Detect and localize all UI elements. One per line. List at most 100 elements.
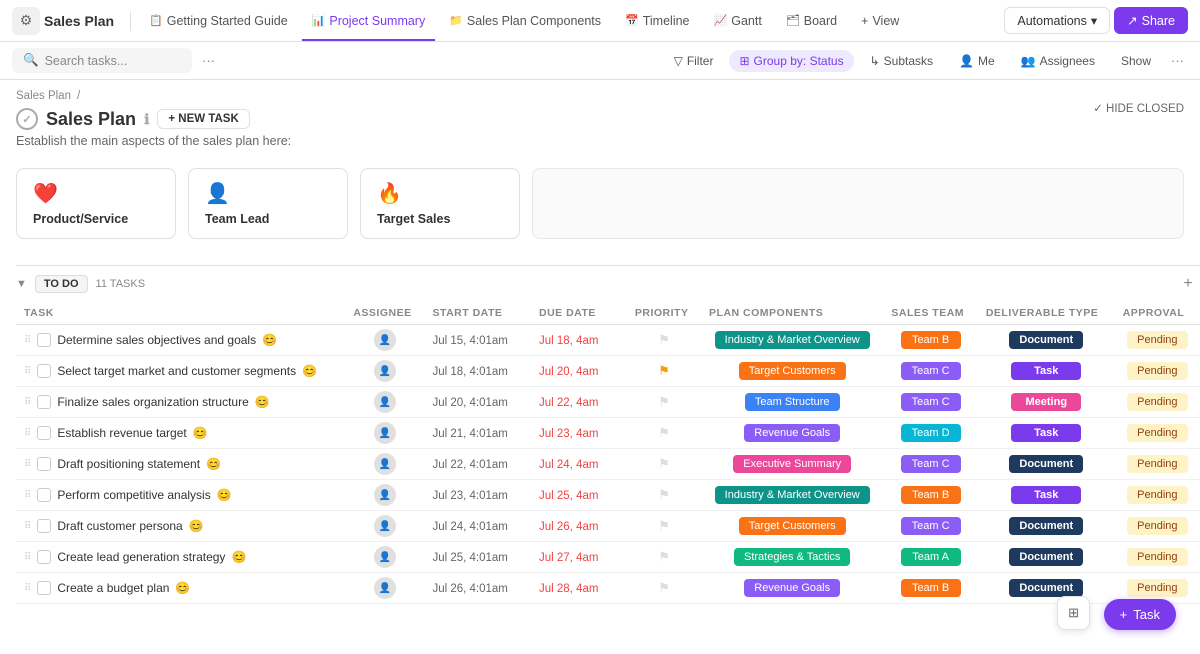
task-emoji: 😊 [255, 395, 270, 409]
task-checkbox[interactable] [37, 333, 51, 347]
new-task-button[interactable]: + NEW TASK [157, 109, 249, 129]
subtasks-button[interactable]: ↳ Subtasks [860, 50, 943, 72]
table-row[interactable]: ⠿ Perform competitive analysis 😊 👤 Jul 2… [16, 480, 1200, 511]
sales-team-chip: Team B [901, 486, 961, 504]
table-row[interactable]: ⠿ Establish revenue target 😊 👤 Jul 21, 4… [16, 418, 1200, 449]
approval-status-chip: Pending [1127, 393, 1187, 411]
group-by-label: Group by: Status [754, 54, 844, 68]
share-icon: ↗ [1127, 13, 1137, 28]
table-row[interactable]: ⠿ Create a budget plan 😊 👤 Jul 26, 4:01a… [16, 573, 1200, 604]
share-button[interactable]: ↗ Share [1114, 7, 1188, 34]
approval-status-chip: Pending [1127, 424, 1187, 442]
priority-flag-icon: ⚑ [658, 487, 670, 502]
section-toggle-icon[interactable]: ▼ [16, 278, 27, 290]
table-row[interactable]: ⠿ Determine sales objectives and goals 😊… [16, 325, 1200, 356]
table-row[interactable]: ⠿ Create lead generation strategy 😊 👤 Ju… [16, 542, 1200, 573]
col-header-approval: APPROVAL [1115, 302, 1200, 325]
tasks-count: 11 TASKS [96, 278, 146, 290]
approval-status-chip: Pending [1127, 331, 1187, 349]
tab-gantt[interactable]: 📈 Gantt [704, 10, 772, 32]
task-name-text: Draft positioning statement [57, 457, 200, 471]
group-by-button[interactable]: ⊞ Group by: Status [729, 50, 853, 72]
task-emoji: 😊 [206, 457, 221, 471]
tab-label-timeline: Timeline [643, 14, 690, 28]
task-checkbox[interactable] [37, 457, 51, 471]
assignees-button[interactable]: 👥 Assignees [1011, 50, 1105, 72]
automations-button[interactable]: Automations ▾ [1004, 7, 1110, 34]
start-date: Jul 20, 4:01am [432, 397, 507, 409]
drag-handle-icon: ⠿ [24, 459, 31, 470]
plan-component-chip: Strategies & Tactics [734, 548, 850, 566]
toolbar: 🔍 Search tasks... ··· ▽ Filter ⊞ Group b… [0, 42, 1200, 80]
filter-button[interactable]: ▽ Filter [664, 50, 724, 72]
search-box[interactable]: 🔍 Search tasks... [12, 48, 192, 73]
priority-flag-icon: ⚑ [658, 580, 670, 595]
task-checkbox[interactable] [37, 519, 51, 533]
start-date: Jul 23, 4:01am [432, 490, 507, 502]
sales-team-chip: Team D [901, 424, 961, 442]
task-name-text: Perform competitive analysis [57, 488, 210, 502]
task-emoji: 😊 [231, 550, 246, 564]
table-row[interactable]: ⠿ Finalize sales organization structure … [16, 387, 1200, 418]
more-options-icon[interactable]: ··· [198, 49, 219, 72]
me-button[interactable]: 👤 Me [949, 50, 1005, 72]
priority-flag-icon: ⚑ [658, 549, 670, 564]
tab-icon-gantt: 📈 [714, 14, 728, 27]
task-checkbox[interactable] [37, 364, 51, 378]
drag-handle-icon: ⠿ [24, 428, 31, 439]
info-icon[interactable]: ℹ [144, 111, 149, 128]
grid-view-float-button[interactable]: ⊞ [1057, 596, 1090, 630]
show-label: Show [1121, 54, 1151, 68]
info-card-team-lead[interactable]: 👤 Team Lead [188, 168, 348, 239]
table-row[interactable]: ⠿ Select target market and customer segm… [16, 356, 1200, 387]
col-header-plan-components: PLAN COMPONENTS [701, 302, 883, 325]
task-name-text: Create a budget plan [57, 581, 169, 595]
tab-board[interactable]: 🗂 Board [776, 10, 847, 32]
start-date: Jul 22, 4:01am [432, 459, 507, 471]
tab-getting-started[interactable]: 📋 Getting Started Guide [139, 10, 298, 32]
breadcrumb-parent[interactable]: Sales Plan [16, 90, 71, 102]
deliverable-type-chip: Task [1011, 362, 1081, 380]
show-button[interactable]: Show [1111, 50, 1161, 72]
app-title: Sales Plan [44, 13, 114, 29]
plan-component-chip: Executive Summary [733, 455, 851, 473]
due-date: Jul 24, 4am [539, 459, 598, 471]
task-checkbox[interactable] [37, 395, 51, 409]
table-row[interactable]: ⠿ Draft customer persona 😊 👤 Jul 24, 4:0… [16, 511, 1200, 542]
tab-label-project-summary: Project Summary [329, 14, 425, 28]
subtasks-icon: ↳ [870, 54, 880, 68]
hide-closed-button[interactable]: ✓ HIDE CLOSED [1093, 101, 1184, 115]
team-lead-label: Team Lead [205, 212, 331, 226]
info-card-target-sales[interactable]: 🔥 Target Sales [360, 168, 520, 239]
task-checkbox[interactable] [37, 550, 51, 564]
task-name-text: Finalize sales organization structure [57, 395, 248, 409]
assignees-icon: 👥 [1021, 54, 1036, 68]
col-header-due-date: DUE DATE [531, 302, 627, 325]
show-more-icon[interactable]: ··· [1167, 49, 1188, 72]
assignee-avatar: 👤 [374, 360, 396, 382]
due-date: Jul 23, 4am [539, 428, 598, 440]
deliverable-type-chip: Document [1009, 455, 1083, 473]
task-emoji: 😊 [189, 519, 204, 533]
page-title: Sales Plan [46, 109, 136, 130]
add-column-button[interactable]: + [1176, 272, 1200, 296]
tab-timeline[interactable]: 📅 Timeline [615, 10, 699, 32]
info-card-product-service[interactable]: ❤️ Product/Service [16, 168, 176, 239]
tab-sales-plan-components[interactable]: 📁 Sales Plan Components [439, 10, 611, 32]
start-date: Jul 24, 4:01am [432, 521, 507, 533]
drag-handle-icon: ⠿ [24, 521, 31, 532]
tab-icon-getting-started: 📋 [149, 14, 163, 27]
col-header-assignee: ASSIGNEE [345, 302, 424, 325]
task-checkbox[interactable] [37, 581, 51, 595]
table-row[interactable]: ⠿ Draft positioning statement 😊 👤 Jul 22… [16, 449, 1200, 480]
add-task-float-button[interactable]: + Task [1104, 599, 1176, 630]
me-label: Me [978, 54, 995, 68]
group-by-icon: ⊞ [739, 54, 749, 68]
drag-handle-icon: ⠿ [24, 397, 31, 408]
task-checkbox[interactable] [37, 426, 51, 440]
todo-badge: TO DO [35, 275, 88, 293]
task-emoji: 😊 [262, 333, 277, 347]
task-checkbox[interactable] [37, 488, 51, 502]
tab-view[interactable]: + View [851, 10, 909, 32]
tab-project-summary[interactable]: 📊 Project Summary [302, 10, 436, 32]
